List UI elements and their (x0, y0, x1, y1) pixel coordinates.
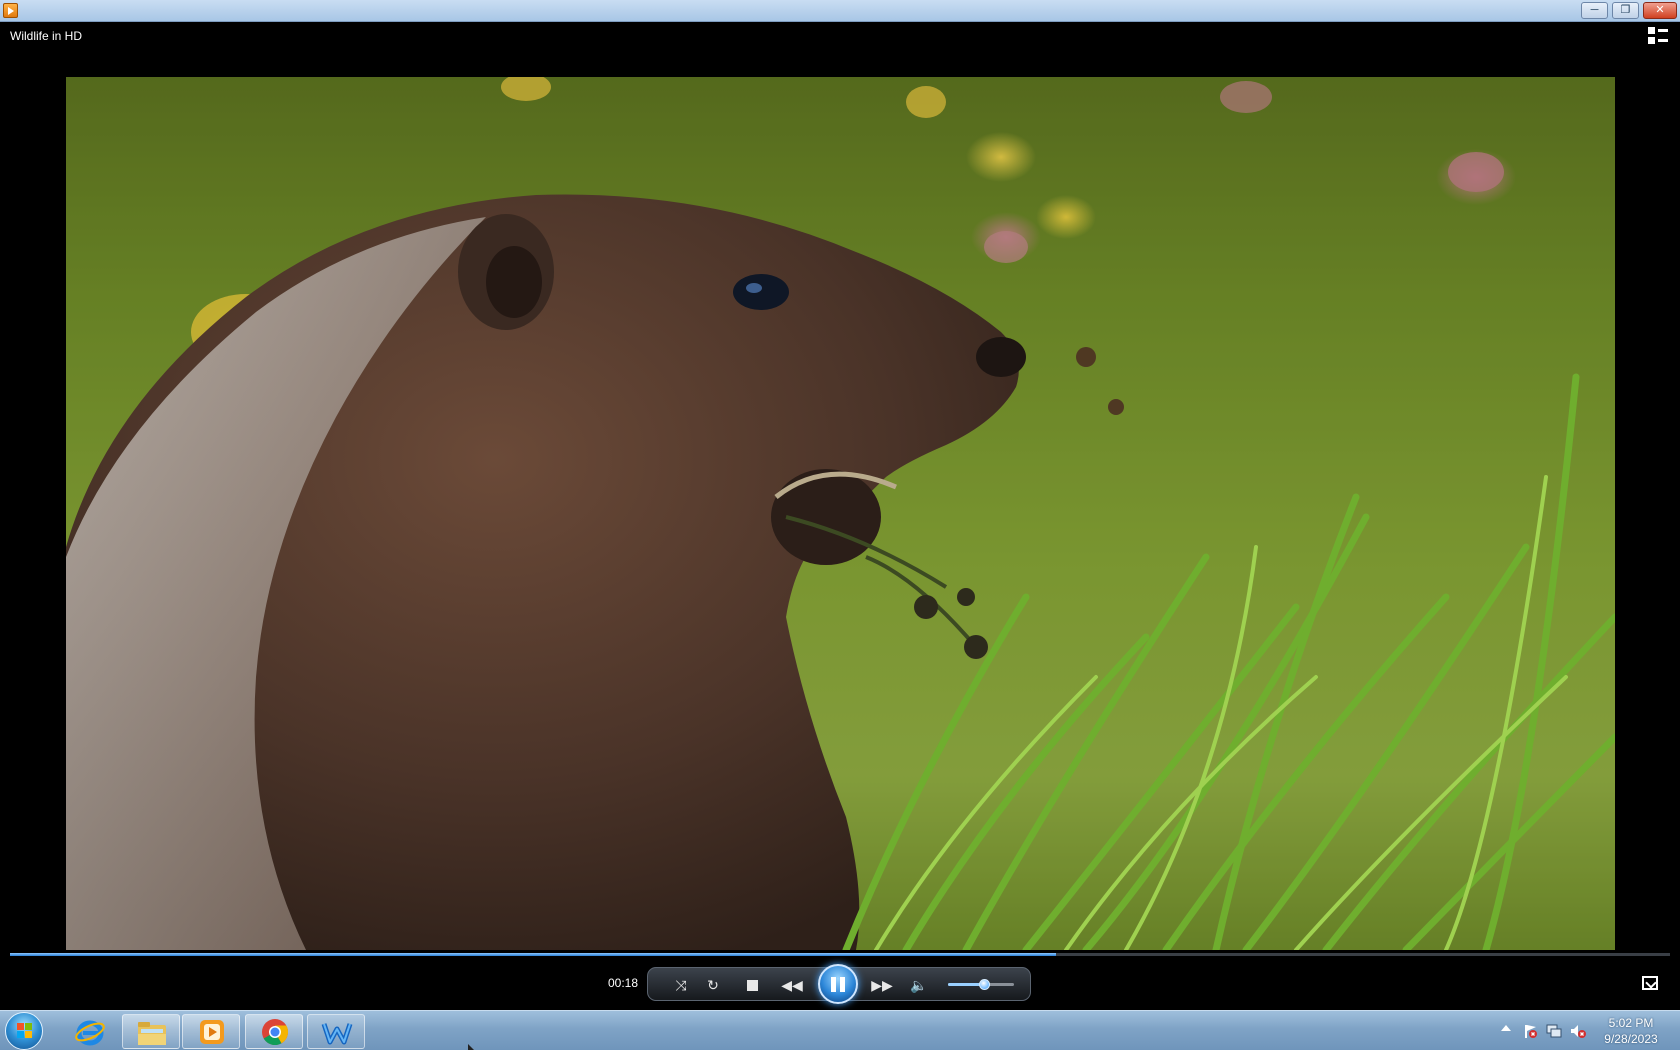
mute-button[interactable]: 🔈 (908, 975, 930, 995)
switch-to-library-icon[interactable] (1648, 27, 1668, 45)
windows-media-player-icon (200, 1020, 224, 1044)
taskbar-windows-media-player[interactable] (182, 1014, 240, 1049)
system-clock[interactable]: 5:02 PM 9/28/2023 (1600, 1015, 1662, 1047)
network-icon[interactable] (1546, 1023, 1562, 1039)
start-button[interactable] (5, 1012, 43, 1050)
video-frame[interactable] (66, 77, 1615, 950)
pause-icon (831, 976, 836, 992)
clock-time: 5:02 PM (1608, 1016, 1654, 1030)
next-button[interactable]: ▶▶ (868, 975, 896, 995)
windows-explorer-icon (138, 1022, 166, 1045)
mouse-cursor (468, 1044, 474, 1050)
volume-slider-thumb[interactable] (979, 979, 991, 990)
media-player-app-icon[interactable] (3, 3, 18, 18)
internet-explorer-icon (75, 1020, 105, 1046)
taskbar-app-w[interactable] (307, 1014, 365, 1049)
video-picture (66, 77, 1615, 950)
taskbar: 5:02 PM 9/28/2023 (0, 1010, 1680, 1050)
chrome-icon (262, 1019, 289, 1046)
seek-bar-progress (10, 953, 1056, 956)
volume-muted-icon[interactable] (1570, 1023, 1586, 1039)
seek-bar[interactable] (10, 953, 1670, 956)
fullscreen-icon[interactable] (1642, 976, 1658, 990)
repeat-icon[interactable]: ↻ (702, 975, 724, 995)
window-title-bar[interactable]: ─ ❐ ✕ (0, 0, 1680, 22)
shuffle-icon[interactable]: ⤨ (670, 975, 692, 995)
elapsed-time: 00:18 (608, 976, 639, 990)
close-button[interactable]: ✕ (1643, 2, 1677, 19)
show-hidden-icons-icon[interactable] (1501, 1025, 1511, 1031)
transport-controls: ⤨ ↻ ◀◀ ▶▶ 🔈 (647, 964, 1031, 1004)
stop-icon (746, 979, 758, 991)
taskbar-windows-explorer[interactable] (122, 1014, 180, 1049)
restore-button[interactable]: ❐ (1612, 2, 1639, 19)
play-pause-button[interactable] (818, 964, 858, 1004)
windows-logo-icon (17, 1023, 33, 1039)
now-playing-title: Wildlife in HD (10, 29, 83, 43)
taskbar-internet-explorer[interactable] (60, 1014, 118, 1049)
volume-slider[interactable] (948, 979, 1014, 990)
app-w-icon (321, 1023, 353, 1045)
pause-icon (840, 976, 845, 992)
clock-date: 9/28/2023 (1604, 1032, 1658, 1046)
stop-button[interactable] (741, 975, 763, 995)
minimize-button[interactable]: ─ (1581, 2, 1608, 19)
action-center-flag-icon[interactable] (1522, 1023, 1538, 1039)
taskbar-chrome[interactable] (245, 1014, 303, 1049)
previous-button[interactable]: ◀◀ (778, 975, 806, 995)
